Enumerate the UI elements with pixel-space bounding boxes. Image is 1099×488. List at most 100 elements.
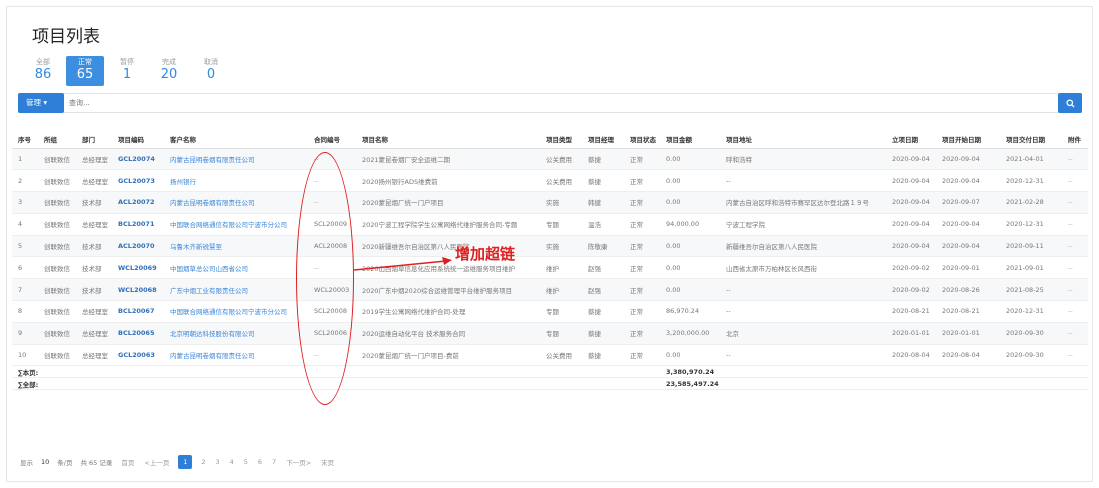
page-number-1[interactable]: 1 — [178, 455, 193, 469]
status-tab-count: 1 — [122, 67, 132, 82]
table-row[interactable]: 4 创联致信 总经理室 BCL20071 中国联合网络通信有限公司宁波市分公司 SCL20… — [12, 213, 1088, 236]
column-header[interactable]: 项目地址 — [720, 130, 886, 149]
table-cell: 2020-09-01 — [936, 256, 1000, 280]
summary-empty-cell — [540, 377, 582, 391]
customer-name-link[interactable]: 广东中烟工业有限责任公司 — [164, 278, 308, 302]
project-code-link[interactable]: GCL20063 — [112, 344, 164, 367]
page-number-7[interactable]: 7 — [271, 458, 277, 466]
summary-empty-cell — [624, 365, 660, 379]
table-cell: 0.00 — [660, 278, 720, 302]
status-tab-completed[interactable]: 完成 20 — [150, 56, 188, 86]
manage-dropdown-button[interactable]: 管理 ▾ — [18, 93, 64, 113]
project-code-link[interactable]: BCL20071 — [112, 213, 164, 236]
table-cell: 86,970.24 — [660, 300, 720, 323]
table-cell: 维护 — [540, 278, 582, 302]
column-header[interactable]: 项目开始日期 — [936, 130, 1000, 149]
column-header[interactable]: 合同编号 — [308, 130, 356, 149]
customer-name-link[interactable]: 北京明朝达科技股份有限公司 — [164, 322, 308, 345]
summary-empty-cell — [164, 377, 308, 391]
table-cell: 正常 — [624, 213, 660, 236]
table-row[interactable]: 5 创联致信 技术部 ACL20070 乌鲁木齐新锐慧至 ACL20008 2020新疆维吾… — [12, 235, 1088, 258]
table-cell: 2020-09-04 — [886, 191, 936, 214]
page-number-4[interactable]: 4 — [229, 458, 235, 466]
table-cell: 蔡捷 — [582, 300, 624, 323]
customer-name-link[interactable]: 中国联合网络通信有限公司宁波市分公司 — [164, 213, 308, 236]
status-tab-all[interactable]: 全部 86 — [24, 56, 62, 86]
table-cell: 创联致信 — [38, 278, 76, 302]
column-header[interactable]: 项目编码 — [112, 130, 164, 149]
customer-name-link[interactable]: 中国烟草总公司山西省公司 — [164, 256, 308, 280]
table-row[interactable]: 2 创联致信 总经理室 GCL20073 扬州银行 -- 2020扬州银行ADS维费前 公关费… — [12, 169, 1088, 193]
customer-name-link[interactable]: 中国联合网络通信有限公司宁波市分公司 — [164, 300, 308, 323]
table-cell: 创联致信 — [38, 235, 76, 258]
status-tab-normal[interactable]: 正常 65 — [66, 56, 104, 86]
table-row[interactable]: 3 创联致信 技术部 ACL20072 内蒙古昆明卷烟有限责任公司 -- 2020蒙昆烟厂统… — [12, 191, 1088, 214]
attachment-cell: -- — [1062, 344, 1088, 367]
project-code-link[interactable]: GCL20074 — [112, 148, 164, 171]
column-header[interactable]: 项目金额 — [660, 130, 720, 149]
per-page-label: 条/页 — [57, 459, 73, 467]
first-page-link[interactable]: 首页 — [120, 457, 135, 467]
customer-name-link[interactable]: 内蒙古昆明卷烟有限责任公司 — [164, 191, 308, 214]
page-number-3[interactable]: 3 — [214, 458, 220, 466]
page-number-6[interactable]: 6 — [257, 458, 263, 466]
column-header[interactable]: 附件 — [1062, 130, 1088, 149]
column-header[interactable]: 客户名称 — [164, 130, 308, 149]
table-row[interactable]: 6 创联致信 技术部 WCL20069 中国烟草总公司山西省公司 -- 2020山西烟草信息… — [12, 256, 1088, 280]
status-tab-paused[interactable]: 暂停 1 — [108, 56, 146, 86]
table-row[interactable]: 1 创联致信 总经理室 GCL20074 内蒙古昆明卷烟有限责任公司 -- 2021蒙昆卷烟… — [12, 148, 1088, 171]
table-cell: 蔡捷 — [582, 344, 624, 367]
column-header[interactable]: 项目状态 — [624, 130, 660, 149]
last-page-link[interactable]: 末页 — [320, 457, 335, 467]
summary-empty-cell — [720, 365, 886, 379]
table-row[interactable]: 7 创联致信 技术部 WCL20068 广东中烟工业有限责任公司 WCL20003 2020… — [12, 278, 1088, 302]
project-code-link[interactable]: GCL20073 — [112, 169, 164, 193]
summary-empty-cell — [38, 365, 76, 379]
table-cell: 2020宁波工程学院学生公寓网络代维护服务合同-专题 — [356, 213, 540, 236]
page-size-select[interactable]: 10 — [41, 458, 49, 466]
customer-name-link[interactable]: 乌鲁木齐新锐慧至 — [164, 235, 308, 258]
column-header[interactable]: 项目类型 — [540, 130, 582, 149]
table-cell: 3,200,000.00 — [660, 322, 720, 345]
table-cell: 2020-09-02 — [886, 256, 936, 280]
summary-empty-cell — [112, 365, 164, 379]
project-code-link[interactable]: ACL20072 — [112, 191, 164, 214]
project-code-link[interactable]: BCL20065 — [112, 322, 164, 345]
summary-empty-cell — [356, 377, 540, 391]
column-header[interactable]: 部门 — [76, 130, 112, 149]
project-code-link[interactable]: WCL20068 — [112, 278, 164, 302]
table-cell: 呼和浩特 — [720, 148, 886, 171]
project-code-link[interactable]: ACL20070 — [112, 235, 164, 258]
search-input[interactable] — [69, 96, 969, 110]
column-header[interactable]: 项目交付日期 — [1000, 130, 1062, 149]
customer-name-link[interactable]: 扬州银行 — [164, 169, 308, 193]
table-row[interactable]: 9 创联致信 总经理室 BCL20065 北京明朝达科技股份有限公司 SCL20006 20… — [12, 322, 1088, 345]
column-header[interactable]: 项目经理 — [582, 130, 624, 149]
project-code-link[interactable]: WCL20069 — [112, 256, 164, 280]
table-cell: 公关费用 — [540, 169, 582, 193]
column-header[interactable]: 立项日期 — [886, 130, 936, 149]
customer-name-link[interactable]: 内蒙古昆明卷烟有限责任公司 — [164, 148, 308, 171]
column-header[interactable]: 项目名称 — [356, 130, 540, 149]
table-row[interactable]: 10 创联致信 总经理室 GCL20063 内蒙古昆明卷烟有限责任公司 -- 2020蒙昆烟… — [12, 344, 1088, 367]
prev-page-link[interactable]: <上一页 — [143, 457, 170, 467]
column-header[interactable]: 所组 — [38, 130, 76, 149]
project-code-link[interactable]: BCL20067 — [112, 300, 164, 323]
summary-empty-cell — [582, 365, 624, 379]
status-tab-cancelled[interactable]: 取消 0 — [192, 56, 230, 86]
next-page-link[interactable]: 下一页> — [285, 457, 312, 467]
annotation-arrow-icon — [353, 257, 452, 271]
search-button[interactable] — [1058, 93, 1082, 113]
table-row[interactable]: 8 创联致信 总经理室 BCL20067 中国联合网络通信有限公司宁波市分公司 SCL20… — [12, 300, 1088, 323]
summary-empty-cell — [936, 365, 1000, 379]
customer-name-link[interactable]: 内蒙古昆明卷烟有限责任公司 — [164, 344, 308, 367]
page-number-2[interactable]: 2 — [200, 458, 206, 466]
table-cell: 创联致信 — [38, 344, 76, 367]
table-cell: 5 — [12, 235, 38, 258]
column-header[interactable]: 序号 — [12, 130, 38, 149]
attachment-cell: -- — [1062, 169, 1088, 193]
page-number-5[interactable]: 5 — [243, 458, 249, 466]
table-cell: 2020-09-07 — [936, 191, 1000, 214]
table-cell: 实施 — [540, 235, 582, 258]
total-records: 共 65 记录 — [80, 459, 113, 467]
